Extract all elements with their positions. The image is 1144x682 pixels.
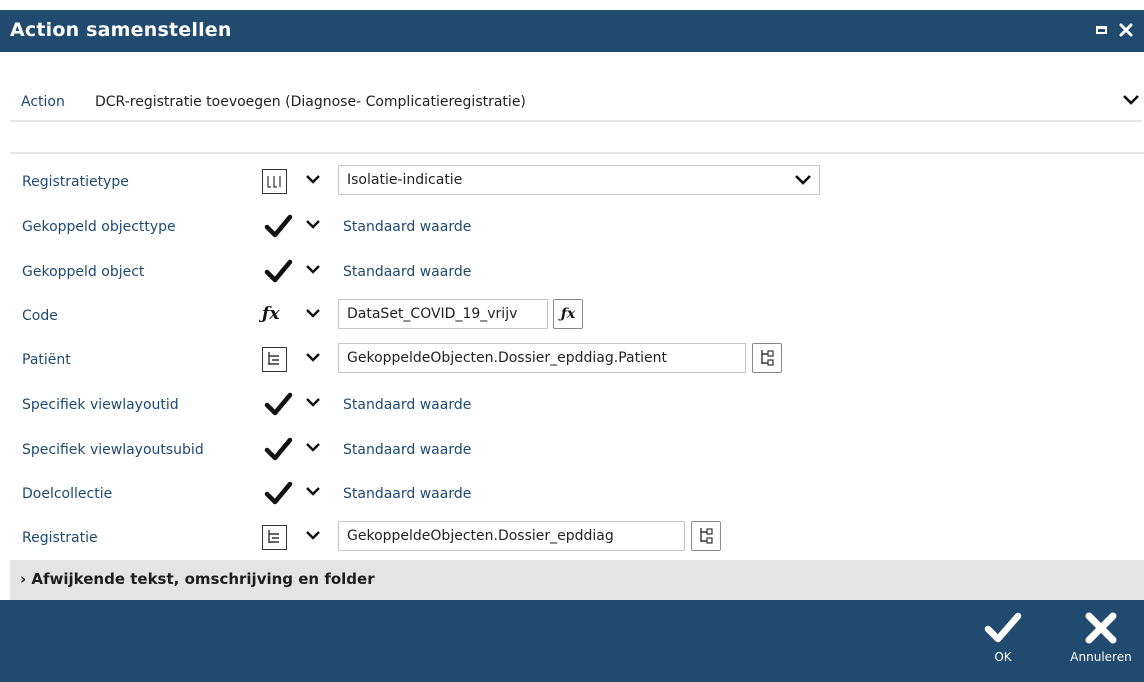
tree-icon (761, 350, 774, 366)
parameter-row: Specifiek viewlayoutsubid Standaard waard… (0, 431, 1144, 467)
chevron-down-icon[interactable] (304, 216, 322, 232)
parameter-label: Gekoppeld objecttype (22, 219, 176, 235)
parameter-row: Gekoppeld objecttype Standaard waarde (0, 208, 1144, 244)
chevron-down-icon[interactable] (304, 439, 322, 455)
default-value-text: Standaard waarde (343, 486, 472, 502)
tree-picker-button[interactable] (691, 521, 721, 551)
default-value-text: Standaard waarde (343, 219, 472, 235)
checkmark-icon[interactable] (262, 390, 300, 418)
tree-icon (700, 528, 713, 544)
footer-bar: OK Annuleren (0, 600, 1144, 682)
chevron-down-icon[interactable] (304, 349, 322, 365)
checkmark-icon (984, 612, 1022, 643)
parameter-label: Registratietype (22, 174, 129, 190)
select-value: Isolatie-indicatie (347, 172, 463, 188)
parameter-row: Specifiek viewlayoutid Standaard waarde (0, 386, 1144, 422)
chevron-down-icon[interactable] (304, 261, 322, 277)
tree-path-input[interactable]: GekoppeldeObjecten.Dossier_epddiag.Patie… (338, 343, 746, 373)
checkmark-icon[interactable] (262, 212, 300, 240)
parameter-label: Code (22, 308, 58, 324)
list-value-icon[interactable] (262, 167, 300, 195)
tree-icon[interactable] (262, 523, 300, 551)
section-label: › Afwijkende tekst, omschrijving en fold… (20, 570, 375, 588)
tree-path-input[interactable]: GekoppeldeObjecten.Dossier_epddiag (338, 521, 685, 551)
parameter-label: Patiënt (22, 352, 71, 368)
tree-icon[interactable] (262, 345, 300, 373)
chevron-down-icon[interactable] (304, 483, 322, 499)
parameter-row: Doelcollectie Standaard waarde (0, 475, 1144, 511)
expression-input[interactable]: DataSet_COVID_19_vrijv (338, 299, 548, 329)
expression-editor-button[interactable]: ƒx (553, 299, 583, 329)
ok-button[interactable]: OK (980, 608, 1026, 664)
chevron-down-icon[interactable] (304, 527, 322, 543)
default-value-text: Standaard waarde (343, 264, 472, 280)
fx-icon: ƒx (560, 306, 576, 322)
action-label: Action (21, 94, 65, 110)
tree-picker-button[interactable] (752, 343, 782, 373)
parameter-label: Specifiek viewlayoutsubid (22, 442, 204, 458)
parameter-label: Registratie (22, 530, 98, 546)
parameter-label: Doelcollectie (22, 486, 113, 502)
window-title: Action samenstellen (10, 19, 232, 41)
chevron-down-icon[interactable] (304, 171, 322, 187)
action-select-value[interactable]: DCR-registratie toevoegen (Diagnose- Com… (95, 94, 526, 110)
chevron-down-icon[interactable] (1120, 90, 1142, 110)
default-value-text: Standaard waarde (343, 397, 472, 413)
default-value-text: Standaard waarde (343, 442, 472, 458)
parameter-row: Patiënt GekoppeldeObjecten.Dossier_epddia… (0, 341, 1144, 377)
close-icon (1085, 612, 1117, 644)
fx-icon[interactable]: ƒx (262, 301, 300, 329)
parameter-row: Registratietype Isolatie-indicatie (0, 163, 1144, 199)
parameter-row: Gekoppeld object Standaard waarde (0, 253, 1144, 289)
ok-label: OK (994, 650, 1012, 664)
checkmark-icon[interactable] (262, 257, 300, 285)
close-icon[interactable] (1117, 21, 1135, 39)
cancel-button[interactable]: Annuleren (1063, 608, 1139, 664)
checkmark-icon[interactable] (262, 479, 300, 507)
parameter-label: Gekoppeld object (22, 264, 145, 280)
parameter-row: Code ƒx DataSet_COVID_19_vrijv ƒx (0, 297, 1144, 333)
section-afwijkende-tekst[interactable]: › Afwijkende tekst, omschrijving en fold… (10, 560, 1144, 600)
divider (10, 152, 1144, 154)
chevron-down-icon[interactable] (793, 171, 813, 189)
parameter-row: Registratie GekoppeldeObjecten.Dossier_ep… (0, 519, 1144, 555)
chevron-down-icon[interactable] (304, 305, 322, 321)
cancel-label: Annuleren (1070, 650, 1132, 664)
title-bar: Action samenstellen (0, 10, 1144, 52)
maximize-icon[interactable] (1092, 21, 1110, 39)
chevron-down-icon[interactable] (304, 394, 322, 410)
value-select[interactable]: Isolatie-indicatie (338, 165, 820, 195)
parameter-label: Specifiek viewlayoutid (22, 397, 179, 413)
checkmark-icon[interactable] (262, 435, 300, 463)
action-select-row[interactable]: Action DCR-registratie toevoegen (Diagno… (10, 84, 1142, 122)
